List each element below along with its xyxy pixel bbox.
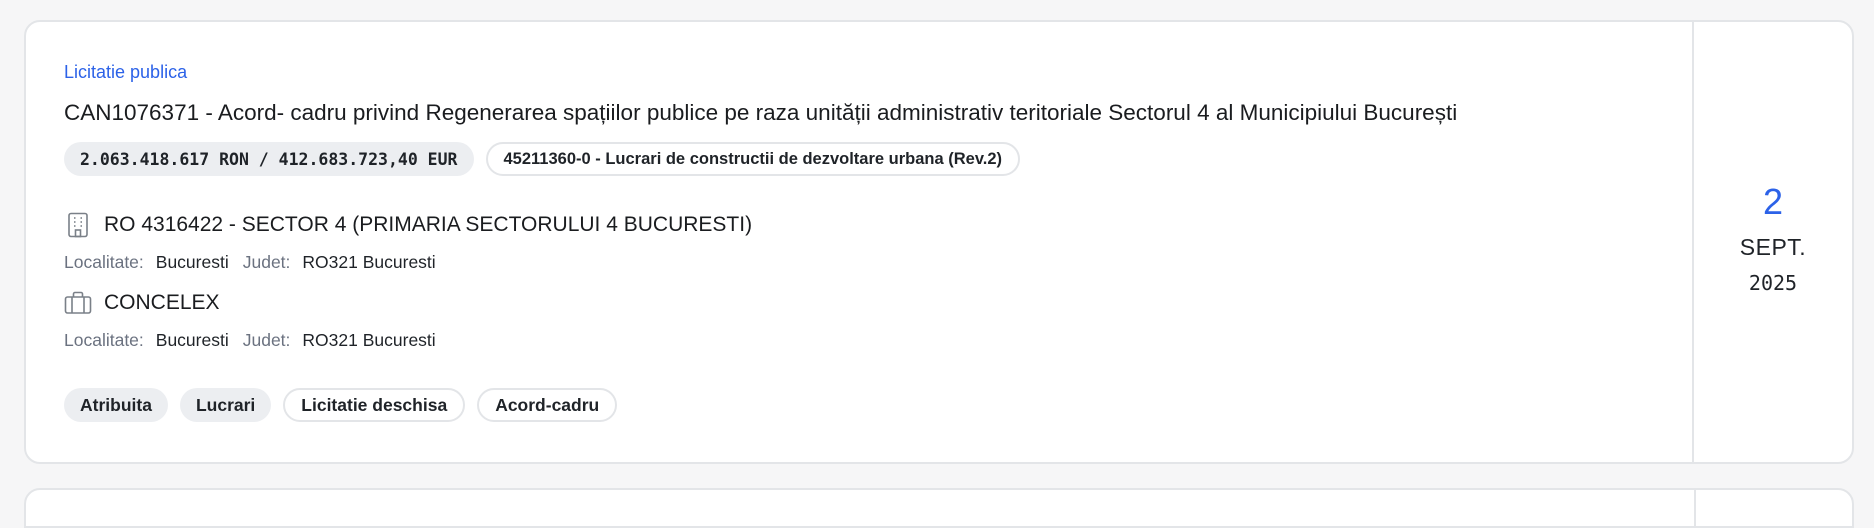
tender-tags: Atribuita Lucrari Licitatie deschisa Aco… bbox=[64, 388, 1654, 422]
localitate-label: Localitate: bbox=[64, 251, 144, 272]
judet-label: Judet: bbox=[242, 251, 291, 272]
tender-title[interactable]: CAN1076371 - Acord- cadru privind Regene… bbox=[64, 98, 1654, 128]
briefcase-icon bbox=[64, 289, 92, 317]
value-chip: 2.063.418.617 RON / 412.683.723,40 EUR bbox=[64, 142, 474, 176]
contractor-name[interactable]: CONCELEX bbox=[104, 291, 220, 315]
card-divider bbox=[1694, 490, 1696, 526]
authority-name[interactable]: RO 4316422 - SECTOR 4 (PRIMARIA SECTORUL… bbox=[104, 213, 752, 237]
judet-label: Judet: bbox=[242, 329, 291, 350]
localitate-value: Bucuresti bbox=[155, 329, 229, 350]
tag-status: Atribuita bbox=[64, 388, 168, 422]
date-year: 2025 bbox=[1748, 270, 1798, 295]
date-day: 2 bbox=[1762, 180, 1784, 222]
contractor-row: CONCELEX bbox=[64, 288, 1654, 318]
tender-card-main: Licitatie publica CAN1076371 - Acord- ca… bbox=[26, 22, 1692, 462]
judet-value: RO321 Bucuresti bbox=[302, 329, 436, 350]
tender-card[interactable]: Licitatie publica CAN1076371 - Acord- ca… bbox=[24, 20, 1854, 464]
date-column: 2 SEPT. 2025 bbox=[1694, 22, 1852, 462]
building-icon bbox=[64, 211, 92, 239]
judet-value: RO321 Bucuresti bbox=[302, 251, 436, 272]
authority-location: Localitate: Bucuresti Judet: RO321 Bucur… bbox=[64, 250, 1654, 274]
tag-procedure: Licitatie deschisa bbox=[283, 388, 466, 422]
authority-row: RO 4316422 - SECTOR 4 (PRIMARIA SECTORUL… bbox=[64, 210, 1654, 240]
tender-chips: 2.063.418.617 RON / 412.683.723,40 EUR 4… bbox=[64, 142, 1654, 176]
tender-category[interactable]: Licitatie publica bbox=[64, 60, 1654, 84]
next-tender-card[interactable] bbox=[24, 488, 1854, 528]
tag-contract-kind: Acord-cadru bbox=[477, 388, 618, 422]
cpv-chip[interactable]: 45211360-0 - Lucrari de constructii de d… bbox=[485, 142, 1021, 176]
localitate-label: Localitate: bbox=[64, 329, 144, 350]
contractor-location: Localitate: Bucuresti Judet: RO321 Bucur… bbox=[64, 328, 1654, 352]
localitate-value: Bucuresti bbox=[155, 251, 229, 272]
date-month: SEPT. bbox=[1739, 233, 1807, 260]
tag-type: Lucrari bbox=[179, 388, 272, 422]
